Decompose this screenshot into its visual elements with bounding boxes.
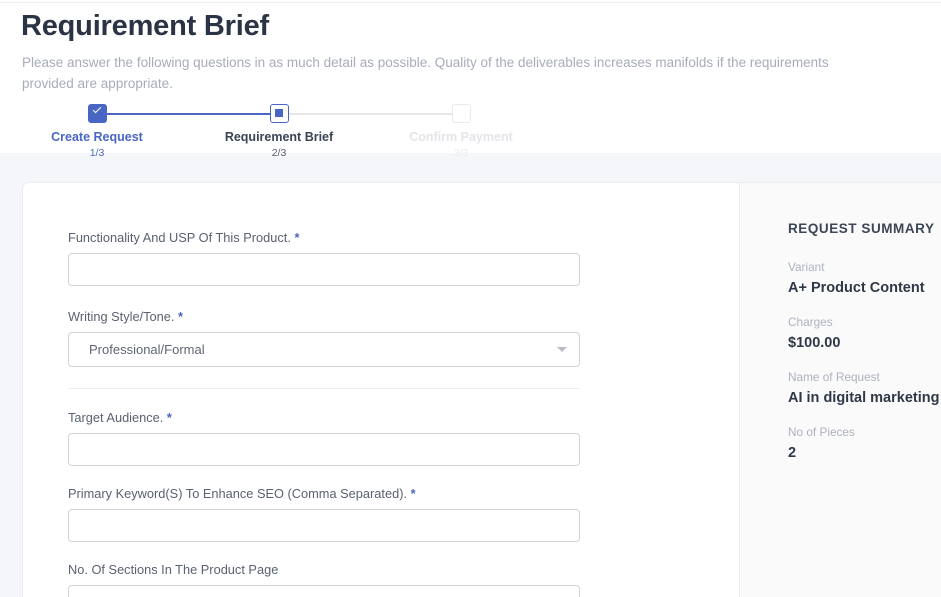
field-label: No. Of Sections In The Product Page — [68, 561, 583, 579]
stepper-step-label: Create Request — [51, 130, 143, 144]
stepper-step-create-request[interactable]: Create Request 1/3 — [27, 103, 167, 160]
stepper-step-requirement-brief[interactable]: Requirement Brief 2/3 — [209, 103, 349, 160]
page-subtitle: Please answer the following questions in… — [22, 55, 829, 91]
requirement-brief-page: Requirement Brief Please answer the foll… — [0, 0, 941, 597]
field-label: Target Audience. * — [68, 409, 583, 427]
required-marker: * — [410, 486, 416, 501]
section-divider — [68, 388, 580, 389]
field-number-of-sections: No. Of Sections In The Product Page — [68, 561, 583, 597]
requirement-brief-form: Functionality And USP Of This Product. *… — [68, 229, 583, 597]
field-label-text: Functionality And USP Of This Product. — [68, 230, 291, 245]
functionality-usp-input[interactable] — [68, 253, 580, 286]
request-summary-panel: REQUEST SUMMARY Variant A+ Product Conte… — [739, 183, 941, 597]
field-writing-style-tone: Writing Style/Tone. * Professional/Forma… — [68, 308, 583, 367]
stepper-step-confirm-payment[interactable]: Confirm Payment 3/3 — [391, 103, 531, 160]
primary-keywords-input[interactable] — [68, 509, 580, 542]
field-label-text: Primary Keyword(S) To Enhance SEO (Comma… — [68, 486, 408, 501]
target-audience-input[interactable] — [68, 433, 580, 466]
summary-value-charges: $100.00 — [788, 335, 841, 351]
number-of-sections-input[interactable] — [68, 585, 580, 597]
field-label-text: No. Of Sections In The Product Page — [68, 562, 279, 577]
summary-value-name-of-request: AI in digital marketing — [788, 390, 940, 406]
field-functionality-usp: Functionality And USP Of This Product. * — [68, 229, 583, 286]
stepper-step-counter: 2/3 — [271, 147, 287, 159]
chevron-down-icon[interactable] — [557, 347, 567, 352]
field-label: Primary Keyword(S) To Enhance SEO (Comma… — [68, 485, 583, 503]
field-target-audience: Target Audience. * — [68, 409, 583, 466]
requirement-brief-card: Functionality And USP Of This Product. *… — [22, 182, 941, 597]
field-label: Functionality And USP Of This Product. * — [68, 229, 583, 247]
form-panel: Functionality And USP Of This Product. *… — [23, 183, 739, 597]
stepper-step-counter: 3/3 — [453, 147, 469, 159]
pending-step-icon — [451, 104, 471, 123]
summary-value-variant: A+ Product Content — [788, 280, 925, 296]
required-marker: * — [178, 309, 183, 324]
field-primary-keywords: Primary Keyword(S) To Enhance SEO (Comma… — [68, 485, 583, 542]
page-header: Requirement Brief Please answer the foll… — [0, 3, 941, 159]
current-step-icon — [269, 104, 289, 123]
check-icon — [87, 104, 107, 123]
summary-key-name-of-request: Name of Request — [788, 370, 880, 384]
request-summary-title: REQUEST SUMMARY — [788, 221, 935, 236]
summary-value-no-of-pieces: 2 — [788, 445, 797, 461]
progress-stepper: Create Request 1/3 Requirement Brief 2/3… — [22, 103, 513, 159]
summary-key-no-of-pieces: No of Pieces — [788, 425, 855, 439]
required-marker: * — [166, 410, 172, 425]
field-label: Writing Style/Tone. * — [68, 308, 583, 326]
field-label-text: Writing Style/Tone. — [68, 309, 175, 324]
stepper-step-label: Confirm Payment — [409, 130, 513, 144]
writing-style-selected-value: Professional/Formal — [68, 332, 580, 367]
writing-style-select[interactable]: Professional/Formal — [68, 332, 580, 367]
stepper-step-label: Requirement Brief — [224, 130, 334, 144]
summary-key-variant: Variant — [788, 260, 825, 274]
field-label-text: Target Audience. — [68, 410, 164, 425]
page-title: Requirement Brief — [21, 10, 269, 42]
required-marker: * — [294, 230, 300, 245]
stepper-step-counter: 1/3 — [89, 147, 105, 159]
summary-key-charges: Charges — [788, 315, 833, 329]
request-summary: REQUEST SUMMARY Variant A+ Product Conte… — [788, 221, 941, 479]
